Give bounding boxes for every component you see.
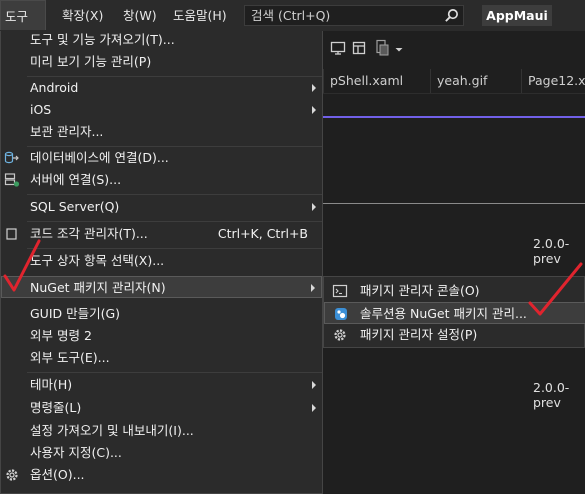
menu-item-label: GUID 만들기(G) bbox=[30, 306, 121, 321]
nuget-icon bbox=[335, 308, 347, 320]
submenu-item-label: 패키지 관리자 콘솔(O) bbox=[360, 283, 480, 298]
tab-page12[interactable]: Page12.xa bbox=[521, 69, 585, 93]
menu-separator bbox=[27, 372, 322, 373]
menu-item-label: 도구 및 기능 가져오기(T)... bbox=[30, 32, 175, 47]
submenu-arrow-icon bbox=[312, 84, 316, 92]
gear-icon bbox=[6, 469, 18, 481]
menu-item-get-tools[interactable]: 도구 및 기능 가져오기(T)... bbox=[1, 29, 322, 51]
dropdown-arrow-icon[interactable] bbox=[395, 47, 403, 53]
menu-item-preview-features[interactable]: 미리 보기 기능 관리(P) bbox=[1, 51, 322, 73]
submenu-arrow-icon bbox=[311, 284, 315, 292]
search-box[interactable]: 검색 (Ctrl+Q) bbox=[244, 5, 464, 26]
search-icon bbox=[445, 9, 458, 22]
tools-menu: 도구 및 기능 가져오기(T)... 미리 보기 기능 관리(P) Androi… bbox=[0, 31, 323, 494]
menu-item-label: 명령줄(L) bbox=[30, 400, 82, 415]
menu-extensions[interactable]: 확장(X) bbox=[62, 0, 103, 31]
menu-item-label: 테마(H) bbox=[30, 377, 73, 392]
menu-item-label: 외부 도구(E)... bbox=[30, 350, 110, 365]
menu-item-label: NuGet 패키지 관리자(N) bbox=[30, 280, 166, 295]
server-connect-icon bbox=[4, 173, 20, 187]
active-tab-indicator bbox=[323, 116, 585, 118]
menu-item-label: iOS bbox=[30, 102, 52, 117]
menu-item-label: 외부 명령 2 bbox=[30, 328, 92, 343]
menu-item-label: 서버에 연결(S)... bbox=[30, 172, 122, 187]
submenu-arrow-icon bbox=[312, 106, 316, 114]
submenu-item-package-settings[interactable]: 패키지 관리자 설정(P) bbox=[324, 324, 585, 346]
device-icon[interactable] bbox=[374, 39, 390, 57]
layout-icon[interactable] bbox=[351, 40, 367, 56]
menu-item-create-guid[interactable]: GUID 만들기(G) bbox=[1, 303, 322, 325]
menu-item-toolbox-items[interactable]: 도구 상자 항목 선택(X)... bbox=[1, 250, 322, 272]
menu-item-label: 보관 관리자... bbox=[30, 124, 104, 139]
submenu-arrow-icon bbox=[312, 404, 316, 412]
monitor-icon[interactable] bbox=[330, 40, 346, 56]
tab-appshell[interactable]: pShell.xaml bbox=[323, 69, 433, 93]
menu-item-external-command-2[interactable]: 외부 명령 2 bbox=[1, 325, 322, 347]
menu-item-command-line[interactable]: 명령줄(L) bbox=[1, 397, 322, 419]
menu-item-theme[interactable]: 테마(H) bbox=[1, 374, 322, 396]
solution-name: AppMaui bbox=[482, 5, 552, 26]
console-icon bbox=[332, 284, 348, 298]
menu-item-label: 옵션(O)... bbox=[30, 467, 85, 482]
menu-item-archive-manager[interactable]: 보관 관리자... bbox=[1, 121, 322, 143]
menu-separator bbox=[27, 248, 322, 249]
submenu-arrow-icon bbox=[312, 203, 316, 211]
menu-item-connect-server[interactable]: 서버에 연결(S)... bbox=[1, 169, 322, 191]
menu-tools[interactable]: 도구(T) bbox=[0, 0, 46, 55]
menu-item-nuget-manager[interactable]: NuGet 패키지 관리자(N) bbox=[1, 276, 322, 298]
submenu-item-label: 패키지 관리자 설정(P) bbox=[360, 327, 478, 342]
menu-window[interactable]: 창(W) bbox=[123, 0, 157, 31]
menu-item-android[interactable]: Android bbox=[1, 77, 322, 99]
menu-separator bbox=[27, 221, 322, 222]
menu-item-label: 설정 가져오기 및 내보내기(I)... bbox=[30, 423, 194, 438]
menu-item-label: 사용자 지정(C)... bbox=[30, 445, 122, 460]
menu-item-external-tools[interactable]: 외부 도구(E)... bbox=[1, 347, 322, 369]
submenu-arrow-icon bbox=[312, 381, 316, 389]
menu-item-connect-database[interactable]: 데이터베이스에 연결(D)... bbox=[1, 147, 322, 169]
menu-item-customize[interactable]: 사용자 지정(C)... bbox=[1, 442, 322, 464]
menu-item-options[interactable]: 옵션(O)... bbox=[1, 464, 322, 486]
package-version-2: 2.0.0-prev bbox=[533, 380, 570, 410]
menu-separator bbox=[27, 194, 322, 195]
menu-help[interactable]: 도움말(H) bbox=[173, 0, 227, 31]
menu-bar: 도구(T) 확장(X) 창(W) 도움말(H) 검색 (Ctrl+Q) AppM… bbox=[0, 0, 585, 55]
menu-item-import-export-settings[interactable]: 설정 가져오기 및 내보내기(I)... bbox=[1, 420, 322, 442]
annotation-checkmark-icon bbox=[528, 262, 583, 316]
editor-divider bbox=[323, 203, 585, 204]
menu-item-sql-server[interactable]: SQL Server(Q) bbox=[1, 196, 322, 218]
search-label: 검색 (Ctrl+Q) bbox=[251, 8, 331, 23]
menu-item-label: SQL Server(Q) bbox=[30, 199, 120, 214]
menu-item-ios[interactable]: iOS bbox=[1, 99, 322, 121]
database-connect-icon bbox=[4, 151, 19, 164]
gear-icon bbox=[334, 329, 346, 341]
menu-item-shortcut: Ctrl+K, Ctrl+B bbox=[217, 226, 308, 241]
menu-item-label: 미리 보기 기능 관리(P) bbox=[30, 54, 152, 69]
menu-item-label: 도구 상자 항목 선택(X)... bbox=[30, 253, 165, 268]
menu-item-label: Android bbox=[30, 80, 79, 95]
menu-item-snippet-manager[interactable]: 코드 조각 관리자(T)... Ctrl+K, Ctrl+B bbox=[1, 223, 322, 245]
menu-item-label: 데이터베이스에 연결(D)... bbox=[30, 150, 169, 165]
menu-item-label: 코드 조각 관리자(T)... bbox=[30, 226, 148, 241]
tab-yeah-gif[interactable]: yeah.gif bbox=[430, 69, 519, 93]
annotation-checkmark-icon bbox=[3, 239, 41, 292]
